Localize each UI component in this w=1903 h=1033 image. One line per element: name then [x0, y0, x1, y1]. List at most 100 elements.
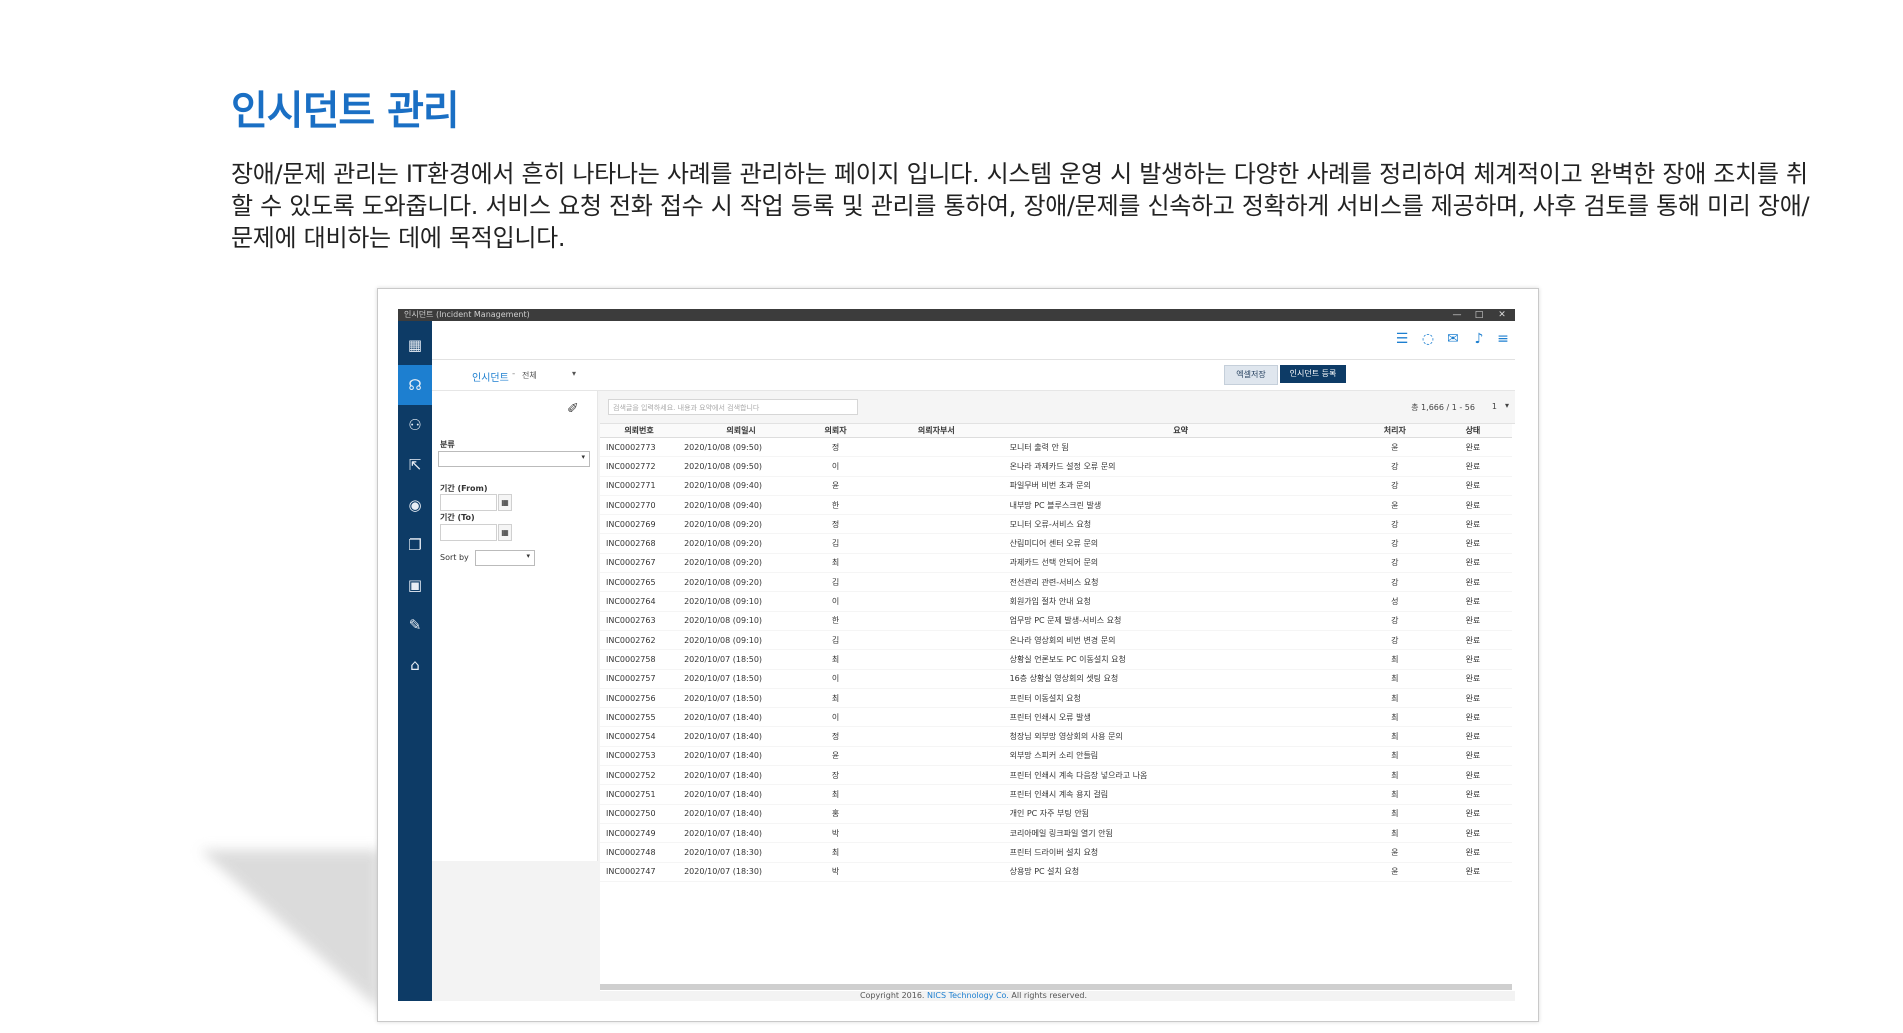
sidebar: ▦ ☊ ⚇ ⇱ ◉ ❐ ▣ ✎ ⌂ [398, 321, 432, 1001]
calendar-icon[interactable]: ▦ [498, 524, 512, 541]
bell-icon[interactable]: ♪ [1470, 331, 1488, 347]
column-header[interactable]: 상태 [1433, 424, 1512, 438]
requester-department-cell [867, 456, 1006, 477]
horizontal-scrollbar[interactable] [600, 984, 1512, 990]
sidebar-item-grid[interactable]: ▣ [398, 565, 432, 605]
external-link-icon: ⇱ [408, 456, 422, 474]
sidebar-item-calendar[interactable]: ▦ [398, 325, 432, 365]
summary-cell: 코리아메일 링크파일 열기 안됨 [1005, 823, 1356, 844]
incident-register-button[interactable]: 인시던트 등록 [1280, 365, 1346, 383]
incident-number-cell: INC0002755 [600, 707, 679, 728]
calendar-icon[interactable]: ▦ [498, 494, 512, 511]
request-datetime-cell: 2020/10/08 (09:10) [678, 630, 805, 651]
table-row[interactable]: INC0002768 2020/10/08 (09:20) 김 산림미디어 센터 오류… [600, 533, 1512, 554]
table-row[interactable]: INC0002772 2020/10/08 (09:50) 이 온나라 과제카드 설정… [600, 456, 1512, 477]
status-cell: 완료 [1433, 707, 1512, 728]
chevron-down-icon[interactable]: ▾ [1505, 401, 1509, 410]
assignee-cell: 강 [1355, 476, 1434, 496]
assignee-cell: 최 [1355, 669, 1434, 689]
copy-icon: ❐ [408, 536, 422, 554]
eraser-icon[interactable]: ✐ [567, 401, 579, 417]
table-row[interactable]: INC0002756 2020/10/07 (18:50) 최 프린터 이동설치 요청… [600, 688, 1512, 709]
company-link[interactable]: NICS Technology Co. [927, 991, 1009, 1000]
summary-cell: 내부망 PC 블루스크린 발생 [1005, 495, 1356, 516]
page-select[interactable]: 1 [1492, 402, 1497, 411]
message-icon[interactable]: ◌ [1419, 331, 1437, 347]
summary-cell: 프린터 드라이버 설치 요청 [1005, 842, 1356, 863]
requester-department-cell [867, 688, 1006, 709]
table-row[interactable]: INC0002764 2020/10/08 (09:10) 이 회원가입 절차 안내 … [600, 591, 1512, 612]
status-cell: 완료 [1433, 784, 1512, 805]
table-row[interactable]: INC0002754 2020/10/07 (18:40) 정 청장님 외부망 영상회… [600, 726, 1512, 747]
status-cell: 완료 [1433, 688, 1512, 709]
mail-icon[interactable]: ✉ [1444, 331, 1462, 347]
table-row[interactable]: INC0002747 2020/10/07 (18:30) 박 상용망 PC 설치 요… [600, 862, 1512, 882]
close-button[interactable]: ✕ [1493, 309, 1511, 321]
assignee-cell: 최 [1355, 746, 1434, 767]
table-row[interactable]: INC0002770 2020/10/08 (09:40) 한 내부망 PC 블루스크… [600, 495, 1512, 516]
table-row[interactable]: INC0002749 2020/10/07 (18:40) 박 코리아메일 링크파일 … [600, 823, 1512, 844]
sidebar-item-stats[interactable]: ⌂ [398, 645, 432, 685]
calendar-icon: ▦ [407, 336, 423, 354]
status-cell: 완료 [1433, 476, 1512, 496]
column-header[interactable]: 처리자 [1355, 424, 1434, 438]
requester-department-cell [867, 842, 1006, 863]
table-row[interactable]: INC0002753 2020/10/07 (18:40) 윤 외부망 스피커 소리 … [600, 746, 1512, 767]
column-header[interactable]: 의뢰일시 [678, 424, 805, 438]
table-row[interactable]: INC0002748 2020/10/07 (18:30) 최 프린터 드라이버 설치… [600, 842, 1512, 863]
assignee-cell: 최 [1355, 765, 1434, 786]
sidebar-item-copy[interactable]: ❐ [398, 525, 432, 565]
assignee-cell: 강 [1355, 572, 1434, 593]
requester-cell: 정 [804, 514, 868, 535]
search-input[interactable]: 검색글을 입력하세요. 내용과 요약에서 검색합니다 [608, 399, 858, 415]
maximize-button[interactable]: □ [1470, 309, 1488, 321]
minimize-button[interactable]: — [1448, 309, 1466, 321]
period-from-input[interactable] [440, 494, 497, 511]
chevron-down-icon: ▾ [581, 453, 585, 461]
column-header[interactable]: 의뢰번호 [600, 424, 679, 438]
status-cell: 완료 [1433, 533, 1512, 554]
sidebar-item-link[interactable]: ⇱ [398, 445, 432, 485]
table-row[interactable]: INC0002767 2020/10/08 (09:20) 최 과제카드 선택 안되어… [600, 553, 1512, 574]
sidebar-item-users[interactable]: ⚇ [398, 405, 432, 445]
incident-number-cell: INC0002763 [600, 611, 679, 631]
incident-number-cell: INC0002769 [600, 514, 679, 535]
incident-number-cell: INC0002768 [600, 533, 679, 554]
column-header[interactable]: 요약 [1005, 424, 1356, 438]
breadcrumb-incident[interactable]: 인시던트 [472, 369, 509, 384]
table-row[interactable]: INC0002752 2020/10/07 (18:40) 장 프린터 인쇄시 계속 … [600, 765, 1512, 786]
status-cell: 완료 [1433, 456, 1512, 477]
table-row[interactable]: INC0002751 2020/10/07 (18:40) 최 프린터 인쇄시 계속 … [600, 784, 1512, 805]
table-row[interactable]: INC0002769 2020/10/08 (09:20) 정 모니터 오류-서비스 … [600, 514, 1512, 535]
table-row[interactable]: INC0002765 2020/10/08 (09:20) 김 전선관리 관련-서비스… [600, 572, 1512, 593]
requester-department-cell [867, 611, 1006, 631]
table-row[interactable]: INC0002771 2020/10/08 (09:40) 윤 파일무버 비번 초과 … [600, 476, 1512, 496]
breadcrumb-filter-select[interactable]: 전체 [522, 370, 537, 381]
column-header[interactable]: 의뢰자 [804, 424, 868, 438]
excel-save-button[interactable]: 엑셀저장 [1224, 365, 1278, 385]
requester-department-cell [867, 707, 1006, 728]
requester-cell: 장 [804, 765, 868, 786]
page-title: 인시던트 관리 [231, 88, 460, 134]
summary-cell: 프린터 인쇄시 오류 발생 [1005, 707, 1356, 728]
sort-by-select[interactable]: ▾ [475, 550, 535, 566]
menu-icon[interactable]: ≡ [1494, 331, 1512, 347]
table-row[interactable]: INC0002757 2020/10/07 (18:50) 이 16층 상황실 영상회… [600, 669, 1512, 689]
table-row[interactable]: INC0002762 2020/10/08 (09:10) 김 온나라 영상회의 비번… [600, 630, 1512, 651]
column-header[interactable]: 의뢰자부서 [867, 424, 1006, 438]
table-row[interactable]: INC0002763 2020/10/08 (09:10) 한 업무망 PC 문제 발… [600, 611, 1512, 631]
incident-number-cell: INC0002749 [600, 823, 679, 844]
sidebar-item-incident[interactable]: ☊ [398, 365, 432, 405]
table-row[interactable]: INC0002773 2020/10/08 (09:50) 정 모니터 출력 안 됨윤… [600, 437, 1512, 458]
sidebar-item-edit[interactable]: ✎ [398, 605, 432, 645]
sidebar-item-monitor[interactable]: ◉ [398, 485, 432, 525]
summary-cell: 산림미디어 센터 오류 문의 [1005, 533, 1356, 554]
chevron-down-icon[interactable]: ▾ [572, 369, 576, 378]
requester-cell: 정 [804, 726, 868, 747]
table-row[interactable]: INC0002758 2020/10/07 (18:50) 최 상황실 언론보도 PC… [600, 649, 1512, 670]
period-to-input[interactable] [440, 524, 497, 541]
table-row[interactable]: INC0002755 2020/10/07 (18:40) 이 프린터 인쇄시 오류 … [600, 707, 1512, 728]
category-select[interactable]: ▾ [438, 451, 590, 467]
table-row[interactable]: INC0002750 2020/10/07 (18:40) 홍 개인 PC 자주 부팅… [600, 804, 1512, 824]
task-list-icon[interactable]: ☰ [1393, 331, 1411, 347]
